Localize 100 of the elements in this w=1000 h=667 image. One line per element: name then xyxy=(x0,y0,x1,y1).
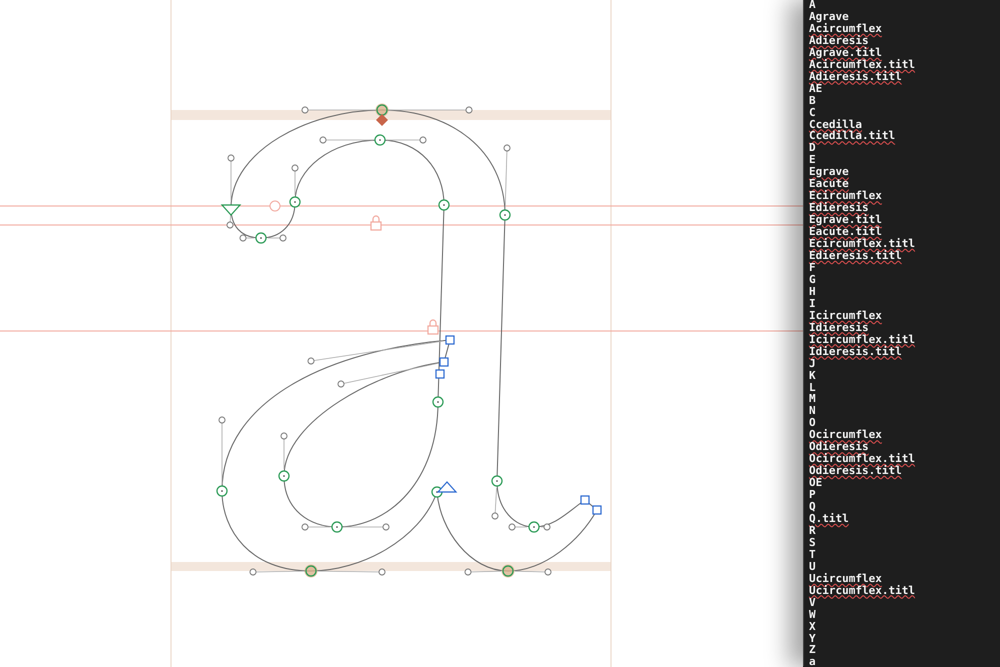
glyph-name[interactable]: I xyxy=(809,298,816,310)
glyph-name[interactable]: V xyxy=(809,596,816,609)
control-handle[interactable] xyxy=(464,568,502,576)
curve-point-icon[interactable] xyxy=(289,196,301,208)
extreme-point-icon[interactable] xyxy=(376,104,388,116)
control-handle[interactable] xyxy=(268,234,286,242)
glyph-name[interactable]: Adieresis.titl xyxy=(809,70,902,83)
glyph-name[interactable]: W xyxy=(809,608,816,621)
control-handle[interactable] xyxy=(308,340,444,364)
control-handle[interactable] xyxy=(302,524,330,530)
glyph-name[interactable]: T xyxy=(809,548,816,561)
glyph-name[interactable]: P xyxy=(809,489,816,502)
control-handle[interactable] xyxy=(280,432,288,470)
control-handle[interactable] xyxy=(386,136,426,144)
glyph-name[interactable]: OE xyxy=(809,477,822,490)
glyph-name[interactable]: B xyxy=(809,94,816,107)
glyph-name[interactable]: Acircumflex.titl xyxy=(809,58,915,71)
glyph-name[interactable]: Ccedilla.titl xyxy=(809,130,896,142)
curve-point-icon[interactable] xyxy=(491,475,503,487)
glyph-name[interactable]: Idieresis xyxy=(809,322,869,334)
control-handle[interactable] xyxy=(218,416,226,484)
glyph-name[interactable]: G xyxy=(809,274,816,286)
glyph-name[interactable]: Idieresis.titl xyxy=(809,346,902,358)
glyph-name[interactable]: Edieresis xyxy=(809,202,869,214)
glyph-name[interactable]: F xyxy=(809,262,816,274)
corner-point-icon[interactable] xyxy=(580,495,590,505)
glyph-name[interactable]: Icircumflex xyxy=(809,310,882,322)
glyph-name[interactable]: Y xyxy=(809,632,816,644)
glyph-name[interactable]: Ucircumflex xyxy=(809,572,882,585)
glyph-name[interactable]: R xyxy=(809,524,816,537)
control-handle[interactable] xyxy=(504,144,510,208)
glyph-name[interactable]: Ecircumflex xyxy=(809,190,882,202)
glyph-name[interactable]: A xyxy=(809,0,816,11)
control-handle[interactable] xyxy=(240,234,254,242)
glyph-name[interactable]: S xyxy=(809,536,816,549)
glyph-name[interactable]: Egrave.titl xyxy=(809,214,882,226)
glyph-name[interactable]: Icircumflex.titl xyxy=(809,334,915,346)
glyph-name[interactable]: Edieresis.titl xyxy=(809,250,902,262)
curve-point-icon[interactable] xyxy=(374,134,386,146)
glyph-name[interactable]: Ucircumflex.titl xyxy=(809,584,915,597)
curve-point-icon[interactable] xyxy=(499,209,511,221)
corner-point-icon[interactable] xyxy=(435,369,445,379)
curve-point-icon[interactable] xyxy=(331,521,343,533)
glyph-name[interactable]: AE xyxy=(809,82,822,95)
glyph-name[interactable]: D xyxy=(809,142,816,154)
corner-point-icon[interactable] xyxy=(445,335,455,345)
control-handle[interactable] xyxy=(228,154,234,202)
control-handle[interactable] xyxy=(344,524,390,530)
start-point-triangle-icon[interactable] xyxy=(220,204,242,216)
curve-point-icon[interactable] xyxy=(438,199,450,211)
glyph-name[interactable]: Odieresis xyxy=(809,441,869,454)
curve-point-icon[interactable] xyxy=(278,470,290,482)
anchor-diamond-icon[interactable] xyxy=(376,114,388,126)
control-handle[interactable] xyxy=(540,524,550,530)
glyph-name[interactable]: X xyxy=(809,620,816,633)
glyph-name[interactable]: Q.titl xyxy=(809,512,849,525)
glyph-name[interactable]: C xyxy=(809,106,816,119)
curve-point-icon[interactable] xyxy=(432,396,444,408)
corner-point-icon[interactable] xyxy=(439,357,449,367)
control-handle[interactable] xyxy=(320,136,374,144)
glyph-name[interactable]: K xyxy=(809,370,816,382)
curve-point-icon[interactable] xyxy=(528,521,540,533)
guide-handle-icon[interactable] xyxy=(270,200,280,212)
glyph-name[interactable]: J xyxy=(809,358,816,370)
glyph-name[interactable]: N xyxy=(809,405,816,418)
control-handle[interactable] xyxy=(226,214,234,228)
control-handle[interactable] xyxy=(292,164,298,196)
control-handle[interactable] xyxy=(388,106,472,114)
glyph-name[interactable]: Ocircumflex xyxy=(809,429,882,442)
extreme-point-icon[interactable] xyxy=(502,564,514,578)
glyph-name[interactable]: Z xyxy=(809,644,816,656)
glyph-name[interactable]: Eacute.titl xyxy=(809,226,882,238)
glyph-name[interactable]: Acircumflex xyxy=(809,22,882,35)
curve-point-icon[interactable] xyxy=(255,232,267,244)
corner-point-icon[interactable] xyxy=(592,505,602,515)
tangent-point-triangle-icon[interactable] xyxy=(436,481,458,493)
extreme-point-icon[interactable] xyxy=(304,564,318,578)
control-handle[interactable] xyxy=(250,568,304,576)
control-handle[interactable] xyxy=(302,106,376,114)
control-handle[interactable] xyxy=(338,363,438,388)
glyph-name[interactable]: Odieresis.titl xyxy=(809,465,902,478)
glyph-name[interactable]: M xyxy=(809,393,816,406)
glyph-name[interactable]: Agrave.titl xyxy=(809,46,882,59)
control-handle[interactable] xyxy=(492,488,498,520)
glyph-name[interactable]: Ocircumflex.titl xyxy=(809,453,915,466)
glyph-name[interactable]: Adieresis xyxy=(809,34,869,47)
glyph-name[interactable]: U xyxy=(809,560,816,573)
glyph-name[interactable]: Ccedilla xyxy=(809,118,862,130)
control-handle[interactable] xyxy=(514,568,552,576)
control-handle[interactable] xyxy=(318,568,386,576)
glyph-name[interactable]: Eacute xyxy=(809,178,849,190)
glyph-name[interactable]: E xyxy=(809,154,816,166)
glyph-name[interactable]: H xyxy=(809,286,816,298)
curve-point-icon[interactable] xyxy=(216,485,228,497)
control-handle[interactable] xyxy=(508,524,528,530)
glyph-name[interactable]: Agrave xyxy=(809,10,849,23)
glyph-name[interactable]: Q xyxy=(809,501,816,513)
glyph-name[interactable]: Ecircumflex.titl xyxy=(809,238,915,250)
glyph-name[interactable]: L xyxy=(809,382,816,394)
glyph-name[interactable]: O xyxy=(809,417,816,430)
